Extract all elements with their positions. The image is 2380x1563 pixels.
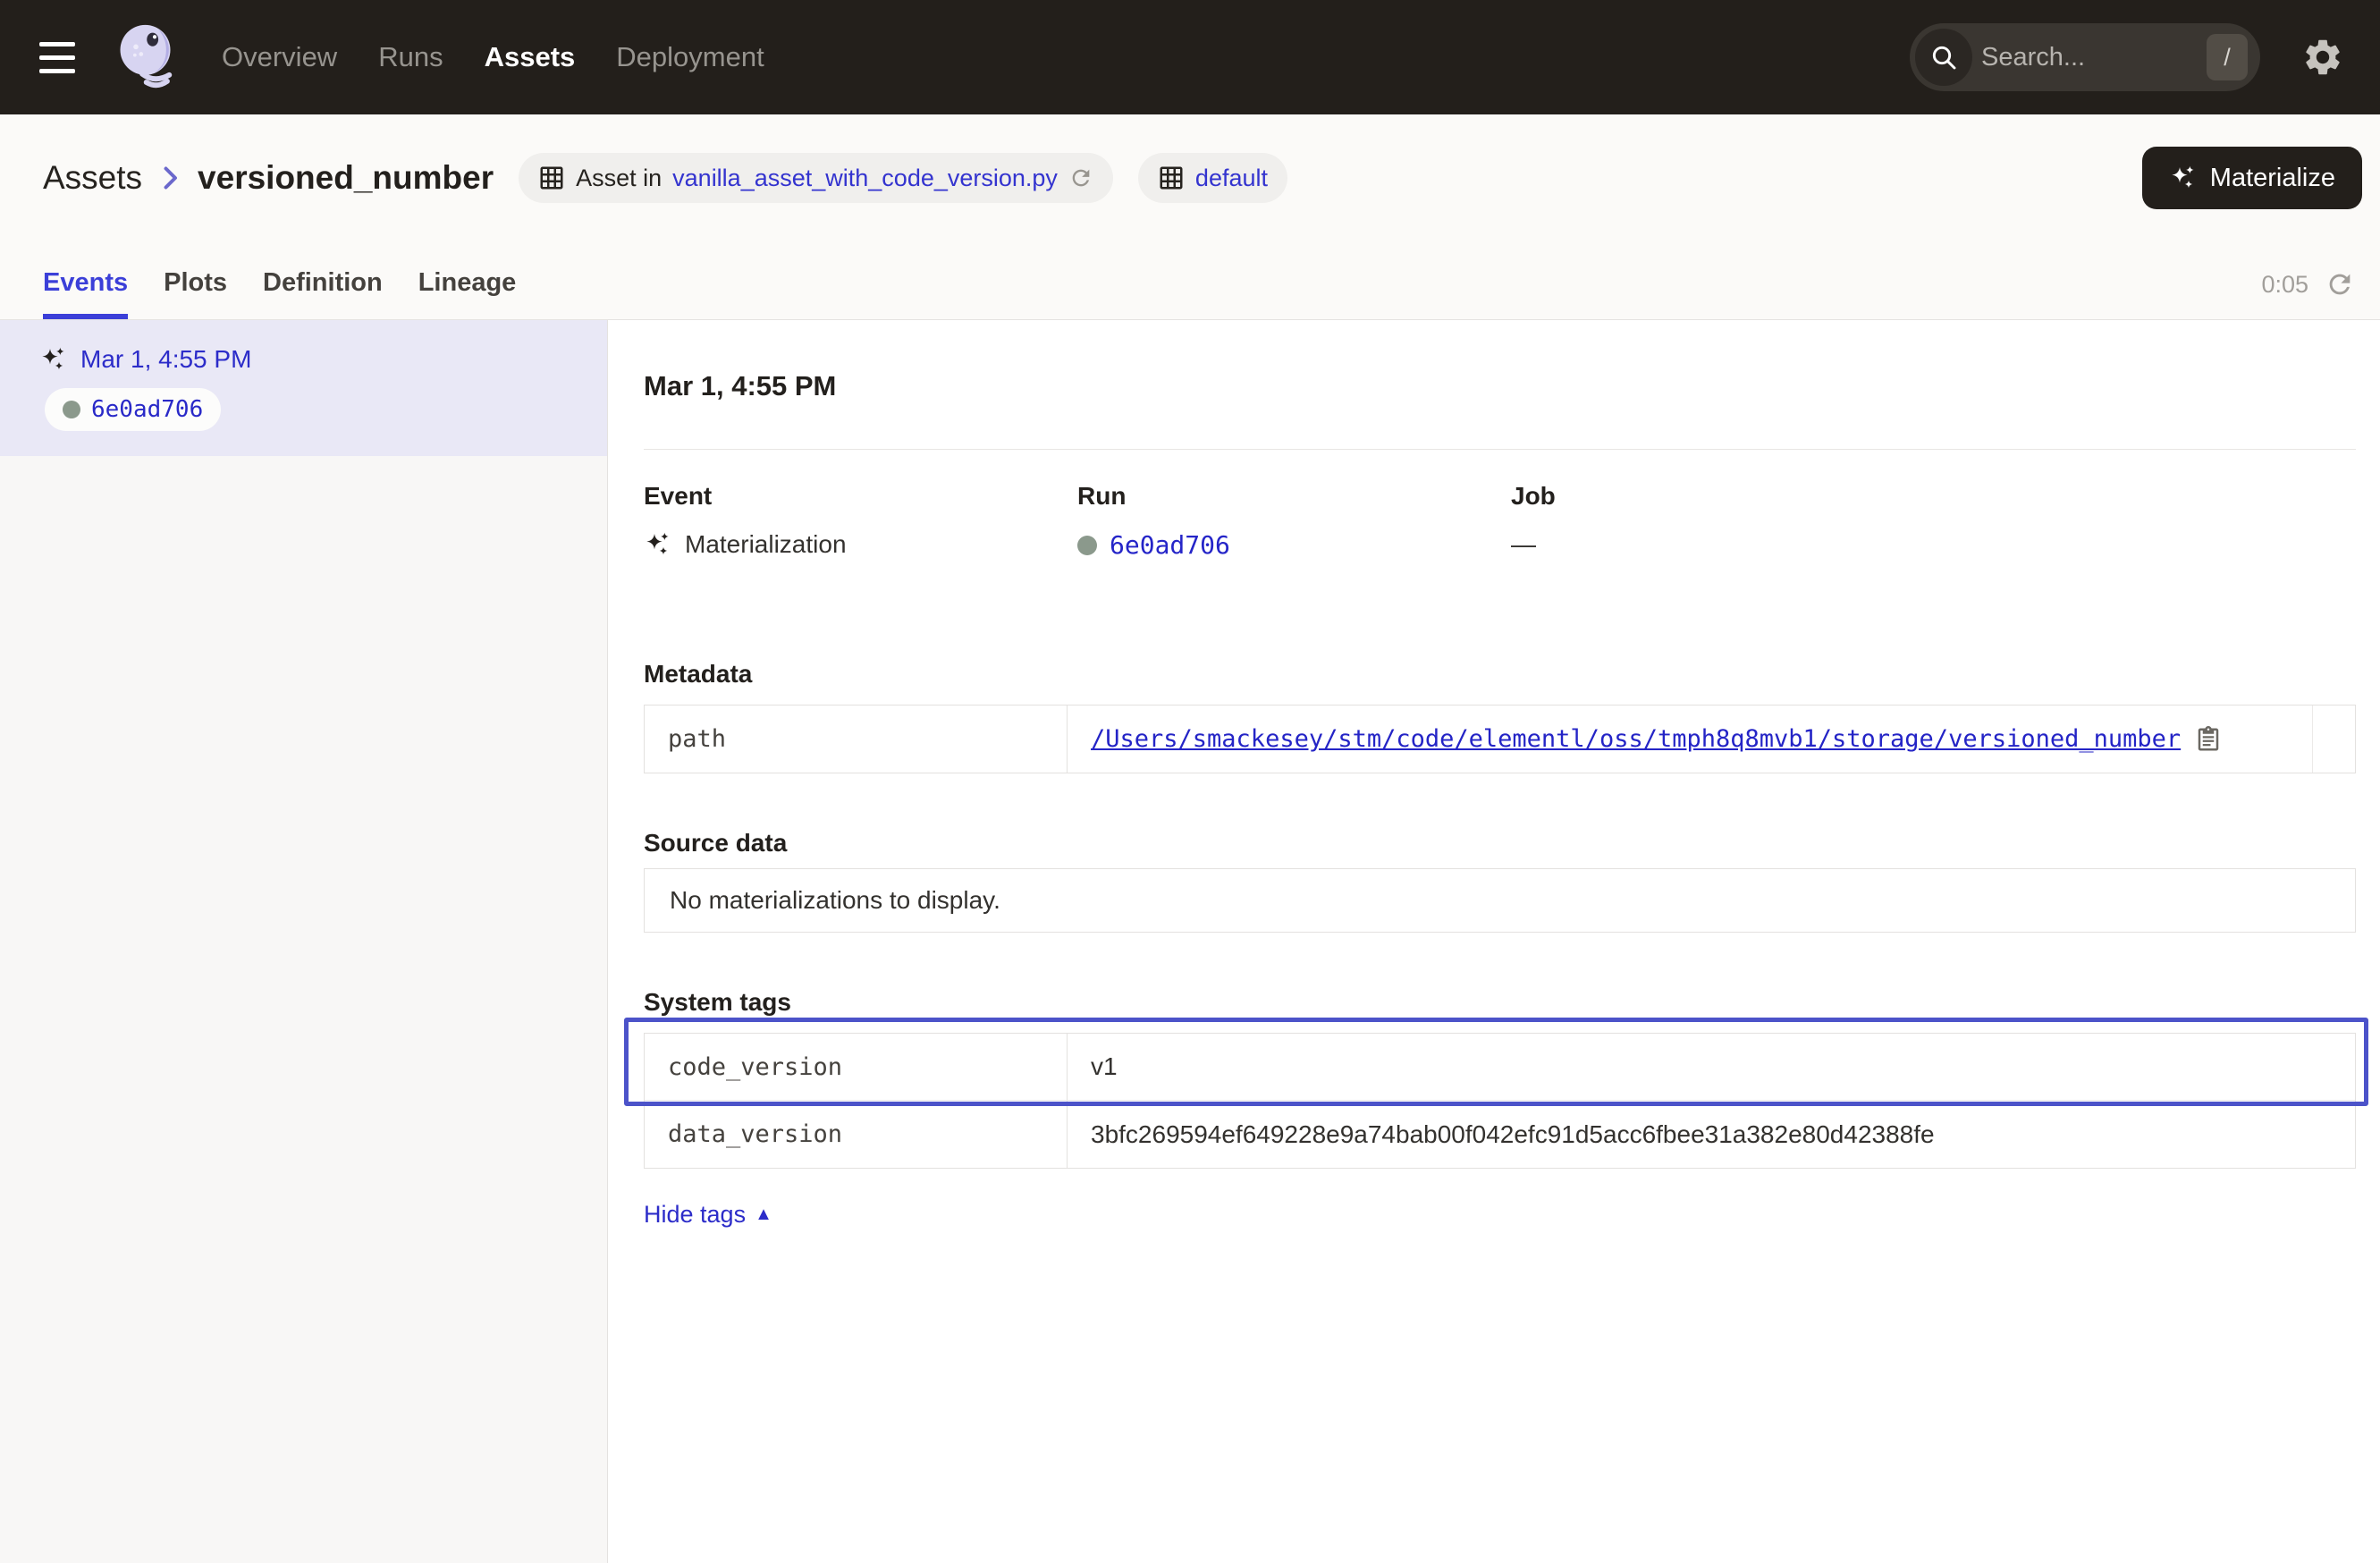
event-detail-panel: Mar 1, 4:55 PM Event Materialization Run… bbox=[608, 320, 2380, 1563]
materialize-button[interactable]: Materialize bbox=[2142, 147, 2362, 209]
run-tag[interactable]: 6e0ad706 bbox=[45, 388, 221, 431]
tag-value: 3bfc269594ef649228e9a74bab00f042efc91d5a… bbox=[1091, 1120, 1935, 1149]
run-id-link[interactable]: 6e0ad706 bbox=[1110, 530, 1230, 560]
sparkle-icon bbox=[644, 530, 672, 559]
run-label: Run bbox=[1077, 482, 1511, 511]
asset-file-link[interactable]: vanilla_asset_with_code_version.py bbox=[672, 165, 1058, 192]
metadata-heading: Metadata bbox=[644, 660, 2356, 689]
system-tags-section: System tags code_version v1 data_version… bbox=[644, 988, 2356, 1229]
system-tags-table: code_version v1 data_version 3bfc269594e… bbox=[644, 1033, 2356, 1169]
tag-key: data_version bbox=[645, 1120, 1067, 1148]
event-type-value: Materialization bbox=[685, 530, 847, 559]
materialize-button-label: Materialize bbox=[2210, 164, 2335, 193]
source-data-heading: Source data bbox=[644, 829, 2356, 858]
tab-bar: Events Plots Definition Lineage 0:05 bbox=[43, 268, 2355, 319]
nav-item-deployment[interactable]: Deployment bbox=[616, 41, 764, 73]
repository-name[interactable]: default bbox=[1195, 165, 1268, 192]
source-data-empty-state: No materializations to display. bbox=[644, 868, 2356, 933]
system-tags-heading: System tags bbox=[644, 988, 2356, 1017]
tag-key: code_version bbox=[645, 1053, 1067, 1081]
hide-tags-label: Hide tags bbox=[644, 1201, 746, 1229]
settings-gear-icon[interactable] bbox=[2301, 36, 2344, 79]
tab-events[interactable]: Events bbox=[43, 268, 128, 319]
hide-tags-link[interactable]: Hide tags ▲ bbox=[644, 1201, 772, 1229]
breadcrumb-assets-link[interactable]: Assets bbox=[43, 159, 142, 197]
search-shortcut-key: / bbox=[2207, 34, 2248, 80]
source-data-section: Source data No materializations to displ… bbox=[644, 829, 2356, 933]
nav-item-overview[interactable]: Overview bbox=[222, 41, 337, 73]
search-box[interactable]: / bbox=[1910, 23, 2260, 91]
empty-message: No materializations to display. bbox=[670, 886, 1000, 915]
run-id: 6e0ad706 bbox=[91, 396, 203, 423]
job-column: Job — bbox=[1511, 482, 2356, 560]
sparkle-icon bbox=[2169, 164, 2198, 192]
actions-column-divider bbox=[2312, 705, 2355, 773]
tag-value: v1 bbox=[1091, 1052, 1118, 1081]
nav-item-runs[interactable]: Runs bbox=[378, 41, 443, 73]
search-input[interactable] bbox=[1981, 43, 2207, 72]
metadata-key: path bbox=[645, 725, 1067, 753]
content-area: Mar 1, 4:55 PM 6e0ad706 Mar 1, 4:55 PM E… bbox=[0, 320, 2380, 1563]
job-label: Job bbox=[1511, 482, 2356, 511]
search-icon bbox=[1915, 29, 1972, 86]
repository-badge[interactable]: default bbox=[1138, 153, 1287, 203]
path-link[interactable]: /Users/smackesey/stm/code/elementl/oss/t… bbox=[1091, 725, 2181, 753]
asset-location-prefix: Asset in bbox=[576, 165, 662, 192]
event-list-sidebar: Mar 1, 4:55 PM 6e0ad706 bbox=[0, 320, 608, 1563]
metadata-section: Metadata path /Users/smackesey/stm/code/… bbox=[644, 660, 2356, 773]
top-nav: Overview Runs Assets Deployment / bbox=[0, 0, 2380, 114]
chevron-right-icon bbox=[158, 162, 181, 194]
run-status-dot-icon bbox=[1077, 536, 1097, 555]
divider bbox=[644, 449, 2356, 450]
table-row-data-version: data_version 3bfc269594ef649228e9a74bab0… bbox=[645, 1101, 2355, 1168]
nav-item-assets[interactable]: Assets bbox=[485, 41, 576, 73]
dagster-logo-icon[interactable] bbox=[111, 20, 186, 95]
event-list-item-selected[interactable]: Mar 1, 4:55 PM 6e0ad706 bbox=[0, 320, 607, 456]
run-column: Run 6e0ad706 bbox=[1077, 482, 1511, 560]
page-header: Assets versioned_number Asset in vanilla… bbox=[0, 114, 2380, 320]
topnav-right: / bbox=[1910, 23, 2344, 91]
job-empty-value: — bbox=[1511, 530, 1536, 559]
breadcrumb: Assets versioned_number Asset in vanilla… bbox=[0, 114, 2380, 209]
table-row: path /Users/smackesey/stm/code/elementl/… bbox=[645, 705, 2355, 773]
copy-icon[interactable] bbox=[2195, 726, 2222, 753]
table-row-code-version: code_version v1 bbox=[645, 1034, 2355, 1101]
run-status-dot-icon bbox=[63, 401, 80, 418]
tab-plots[interactable]: Plots bbox=[164, 268, 227, 319]
refresh-countdown: 0:05 bbox=[2261, 271, 2308, 299]
tab-lineage[interactable]: Lineage bbox=[418, 268, 517, 319]
event-details-grid: Event Materialization Run 6e0ad706 Job — bbox=[644, 482, 2356, 560]
event-timestamp: Mar 1, 4:55 PM bbox=[80, 345, 251, 374]
reload-icon[interactable] bbox=[1068, 165, 1093, 190]
caret-up-icon: ▲ bbox=[755, 1204, 772, 1225]
event-label: Event bbox=[644, 482, 1077, 511]
hamburger-menu-icon[interactable] bbox=[39, 29, 97, 86]
event-column: Event Materialization bbox=[644, 482, 1077, 560]
primary-nav: Overview Runs Assets Deployment bbox=[222, 41, 764, 73]
auto-refresh: 0:05 bbox=[2261, 269, 2355, 319]
metadata-table: path /Users/smackesey/stm/code/elementl/… bbox=[644, 705, 2356, 773]
repo-grid-icon bbox=[1158, 165, 1185, 191]
page-title: versioned_number bbox=[198, 159, 494, 197]
refresh-icon[interactable] bbox=[2325, 269, 2355, 300]
grid-table-icon bbox=[538, 165, 565, 191]
event-detail-title: Mar 1, 4:55 PM bbox=[644, 370, 2356, 402]
sparkle-icon bbox=[39, 345, 68, 374]
asset-location-badge: Asset in vanilla_asset_with_code_version… bbox=[519, 153, 1113, 203]
tab-definition[interactable]: Definition bbox=[263, 268, 383, 319]
